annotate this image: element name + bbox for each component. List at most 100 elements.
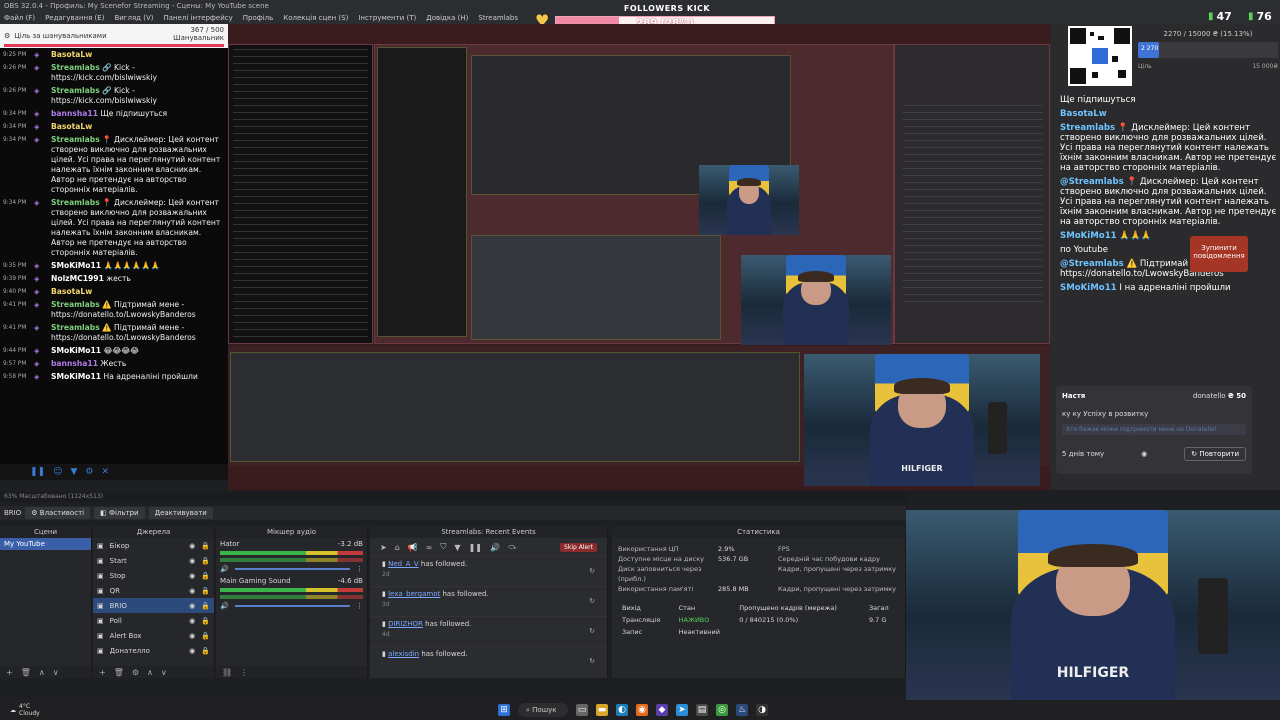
send-icon[interactable]: ➤ <box>380 543 387 552</box>
chat-username[interactable]: SMoKiMo11 <box>51 372 101 381</box>
replay-icon[interactable]: ↻ <box>589 597 595 605</box>
deactivate-button[interactable]: Деактивувати <box>148 507 213 519</box>
edge-icon[interactable]: ◐ <box>616 704 628 716</box>
firefox-icon[interactable]: ◉ <box>636 704 648 716</box>
chat-username[interactable]: bannsha11 <box>51 109 98 118</box>
source-item[interactable]: ▣ Alert Box ◉ 🔒 <box>93 628 214 643</box>
windows-icon[interactable]: ⊞ <box>498 704 510 716</box>
lock-icon[interactable]: 🔒 <box>201 632 210 640</box>
properties-button[interactable]: ⚙ Властивості <box>25 507 91 519</box>
menu-item[interactable]: Довідка (H) <box>426 12 468 24</box>
settings-icon[interactable]: ⚙ <box>85 467 93 477</box>
lock-icon[interactable]: 🔒 <box>201 542 210 550</box>
event-user[interactable]: DIRIZHOR <box>388 620 423 628</box>
repeat-button[interactable]: ↻ Повторити <box>1184 447 1246 461</box>
volume-slider[interactable] <box>234 605 350 607</box>
replay-icon[interactable]: ↻ <box>589 657 595 665</box>
lock-icon[interactable]: 🔒 <box>201 572 210 580</box>
lock-icon[interactable]: 🔒 <box>201 617 210 625</box>
volume-slider[interactable] <box>234 568 350 570</box>
chat-username[interactable]: Streamlabs <box>51 63 100 72</box>
filters-button[interactable]: ◧ Фільтри <box>94 507 145 519</box>
lock-icon[interactable]: 🔒 <box>201 602 210 610</box>
app-icon[interactable]: ◆ <box>656 704 668 716</box>
obs-preview[interactable]: HILFIGER <box>228 24 1050 490</box>
lock-icon[interactable]: 🔒 <box>201 647 210 655</box>
up-icon[interactable]: ∧ <box>39 668 45 677</box>
source-item[interactable]: ▣ BRIO ◉ 🔒 <box>93 598 214 613</box>
eye-icon[interactable]: ◉ <box>189 542 195 550</box>
chat-username[interactable]: Streamlabs <box>51 86 100 95</box>
chat-username[interactable]: Streamlabs <box>51 198 100 207</box>
menu-icon[interactable]: ⋮ <box>240 668 248 677</box>
menu-item[interactable]: Колекція сцен (S) <box>283 12 348 24</box>
down-icon[interactable]: ∨ <box>53 668 59 677</box>
stop-notifications-button[interactable]: Зупинити повідомлення <box>1190 236 1248 272</box>
taskbar-search[interactable]: ⌕ Пошук <box>518 703 568 717</box>
event-user[interactable]: alexisdin <box>388 650 419 658</box>
skip-icon[interactable]: ⤼ <box>508 542 517 552</box>
menu-item[interactable]: Профіль <box>243 12 274 24</box>
link-icon[interactable]: ⛓ <box>222 668 232 677</box>
chat-username[interactable]: NolzMC1991 <box>51 274 104 283</box>
link-icon[interactable]: ∞ <box>426 543 433 552</box>
source-item[interactable]: ▣ Stop ◉ 🔒 <box>93 568 214 583</box>
lock-icon[interactable]: 🔒 <box>201 587 210 595</box>
folder-icon[interactable]: ▬ <box>596 704 608 716</box>
eye-icon[interactable]: ◉ <box>189 647 195 655</box>
filter-icon[interactable]: ▼ <box>454 543 460 552</box>
megaphone-icon[interactable]: 📢 <box>408 543 418 552</box>
obs-icon[interactable]: ◑ <box>756 704 768 716</box>
chat-username[interactable]: BasotaLw <box>51 50 92 59</box>
gear-icon[interactable]: ⋮ <box>356 565 363 573</box>
chat-username[interactable]: Streamlabs <box>51 323 100 332</box>
eye-icon[interactable]: ◉ <box>189 632 195 640</box>
down-icon[interactable]: ∨ <box>161 668 167 677</box>
menu-item[interactable]: Вигляд (V) <box>114 12 153 24</box>
source-item[interactable]: ▣ Start ◉ 🔒 <box>93 553 214 568</box>
eye-icon[interactable]: ◉ <box>1141 450 1147 458</box>
menu-item[interactable]: Файл (F) <box>4 12 35 24</box>
home-icon[interactable]: ⌂ <box>395 543 400 552</box>
source-item[interactable]: ▣ QR ◉ 🔒 <box>93 583 214 598</box>
steam-icon[interactable]: ♨ <box>736 704 748 716</box>
gear-icon[interactable]: ⋮ <box>356 602 363 610</box>
chat-username[interactable]: Streamlabs <box>51 135 100 144</box>
skip-alert-button[interactable]: Skip Alert <box>560 542 597 552</box>
filter-icon[interactable]: ▼ <box>70 467 77 477</box>
shield-icon[interactable]: ⛉ <box>440 542 446 552</box>
emote-icon[interactable]: ☺ <box>53 467 62 477</box>
source-item[interactable]: ▣ Бікор ◉ 🔒 <box>93 538 214 553</box>
add-icon[interactable]: + <box>6 668 13 677</box>
replay-icon[interactable]: ↻ <box>589 567 595 575</box>
event-user[interactable]: Ned_A_V <box>388 560 419 568</box>
eye-icon[interactable]: ◉ <box>189 602 195 610</box>
scene-item[interactable]: My YouTube <box>0 538 91 550</box>
menu-item[interactable]: Streamlabs <box>478 12 518 24</box>
eye-icon[interactable]: ◉ <box>189 572 195 580</box>
chat-username[interactable]: SMoKiMo11 <box>51 261 101 270</box>
close-icon[interactable]: ✕ <box>101 467 109 477</box>
menu-item[interactable]: Інструменти (T) <box>358 12 416 24</box>
eye-icon[interactable]: ◉ <box>189 557 195 565</box>
chat-username[interactable]: BasotaLw <box>51 122 92 131</box>
gear-icon[interactable]: ⚙ <box>132 668 139 677</box>
weather-widget[interactable]: ☁ 4°C Cloudy <box>0 703 40 717</box>
pause-icon[interactable]: ❚❚ <box>30 467 45 477</box>
trash-icon[interactable]: 🗑 <box>114 668 124 677</box>
pause-icon[interactable]: ❚❚ <box>469 543 482 552</box>
menu-item[interactable]: Панелі інтерфейсу <box>163 12 232 24</box>
telegram-icon[interactable]: ➤ <box>676 704 688 716</box>
editor-icon[interactable]: ▤ <box>696 704 708 716</box>
eye-icon[interactable]: ◉ <box>189 617 195 625</box>
event-user[interactable]: lexa_bergamot <box>388 590 440 598</box>
source-item[interactable]: ▣ Донателло ◉ 🔒 <box>93 643 214 658</box>
menu-item[interactable]: Редагування (E) <box>45 12 104 24</box>
chat-username[interactable]: Streamlabs <box>51 300 100 309</box>
volume-icon[interactable]: 🔊 <box>220 565 229 573</box>
task-view-icon[interactable]: ▭ <box>576 704 588 716</box>
volume-icon[interactable]: 🔊 <box>220 602 229 610</box>
add-icon[interactable]: + <box>99 668 106 677</box>
volume-icon[interactable]: 🔊 <box>490 543 500 552</box>
trash-icon[interactable]: 🗑 <box>21 668 31 677</box>
